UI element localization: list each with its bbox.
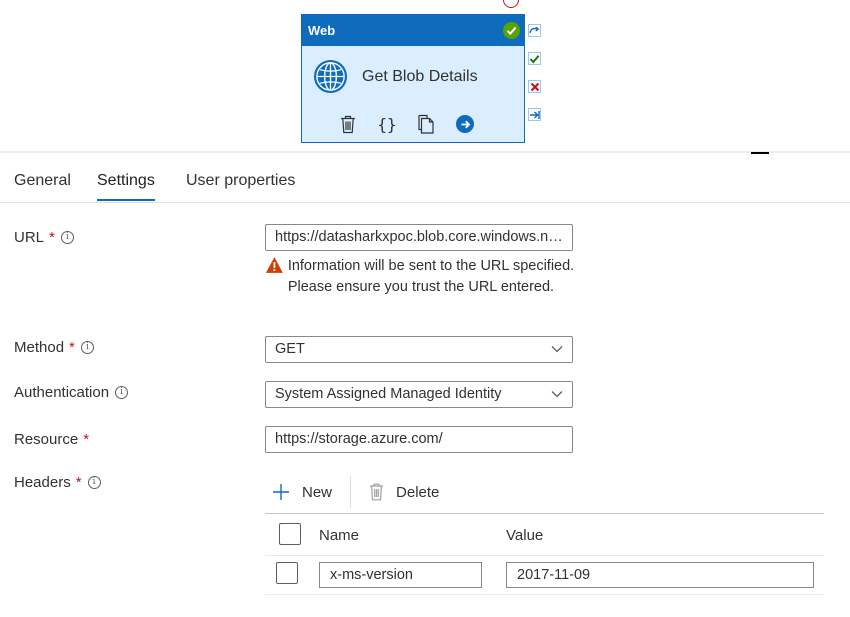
- info-icon[interactable]: i: [60, 231, 74, 244]
- activity-header: Web: [302, 15, 524, 46]
- grid-divider: [265, 594, 824, 595]
- method-value: GET: [275, 341, 305, 357]
- grid-divider: [265, 555, 824, 556]
- copy-icon[interactable]: [416, 113, 436, 135]
- headers-label: Headers * i: [14, 474, 101, 491]
- warning-icon: [265, 257, 283, 273]
- panel-resize-handle[interactable]: [751, 152, 769, 154]
- chevron-down-icon: [551, 391, 563, 398]
- url-label: URL * i: [14, 229, 74, 246]
- tab-settings[interactable]: Settings: [97, 171, 155, 201]
- toolbar-divider: [350, 476, 352, 508]
- grid-divider: [265, 513, 824, 514]
- column-header-name: Name: [319, 527, 360, 544]
- properties-tabs: General Settings User properties: [0, 171, 850, 203]
- activity-type-label: Web: [308, 23, 336, 38]
- canvas-divider: [0, 151, 850, 153]
- delete-header-button[interactable]: Delete: [369, 483, 439, 501]
- failure-icon[interactable]: [528, 80, 541, 93]
- method-label: Method * i: [14, 339, 94, 356]
- select-all-checkbox[interactable]: [279, 523, 301, 545]
- headers-toolbar: New Delete: [271, 476, 439, 508]
- warning-text: Information will be sent to the URL spec…: [287, 258, 575, 295]
- trash-icon: [370, 483, 384, 501]
- output-port-indicator[interactable]: [503, 0, 519, 8]
- column-header-value: Value: [506, 527, 544, 544]
- header-name-input[interactable]: x-ms-version: [319, 562, 482, 588]
- required-marker: *: [69, 339, 75, 356]
- success-check-icon: [503, 22, 520, 39]
- info-icon[interactable]: i: [80, 341, 94, 354]
- resource-label: Resource *: [14, 431, 90, 448]
- plus-icon: [273, 484, 289, 500]
- web-activity-card[interactable]: Web Get Blob Details {}: [301, 14, 525, 143]
- delete-icon[interactable]: [338, 113, 358, 135]
- globe-icon: [313, 59, 348, 94]
- tab-general[interactable]: General: [14, 171, 71, 201]
- url-warning: Information will be sent to the URL spec…: [265, 256, 575, 298]
- info-icon[interactable]: i: [115, 386, 129, 399]
- new-label: New: [302, 483, 333, 501]
- tab-user-properties[interactable]: User properties: [186, 171, 295, 201]
- required-marker: *: [49, 229, 55, 246]
- new-header-button[interactable]: New: [271, 482, 332, 502]
- success-icon[interactable]: [528, 52, 541, 65]
- authentication-value: System Assigned Managed Identity: [275, 386, 502, 402]
- resource-input[interactable]: https://storage.azure.com/: [265, 426, 573, 453]
- info-icon[interactable]: i: [87, 476, 101, 489]
- completion-icon[interactable]: [528, 108, 541, 121]
- required-marker: *: [83, 431, 90, 448]
- row-checkbox[interactable]: [276, 562, 298, 584]
- required-marker: *: [75, 474, 82, 491]
- go-arrow-icon[interactable]: [455, 113, 475, 135]
- authentication-label: Authentication i: [14, 384, 129, 401]
- activity-name: Get Blob Details: [362, 67, 478, 85]
- method-dropdown[interactable]: GET: [265, 336, 573, 363]
- code-braces-icon[interactable]: {}: [377, 113, 397, 135]
- chevron-down-icon: [551, 346, 563, 353]
- header-value-input[interactable]: 2017-11-09: [506, 562, 814, 588]
- delete-label: Delete: [396, 483, 440, 501]
- authentication-dropdown[interactable]: System Assigned Managed Identity: [265, 381, 573, 408]
- skip-icon[interactable]: [528, 24, 541, 37]
- url-input[interactable]: https://datasharkxpoc.blob.core.windows.…: [265, 224, 573, 251]
